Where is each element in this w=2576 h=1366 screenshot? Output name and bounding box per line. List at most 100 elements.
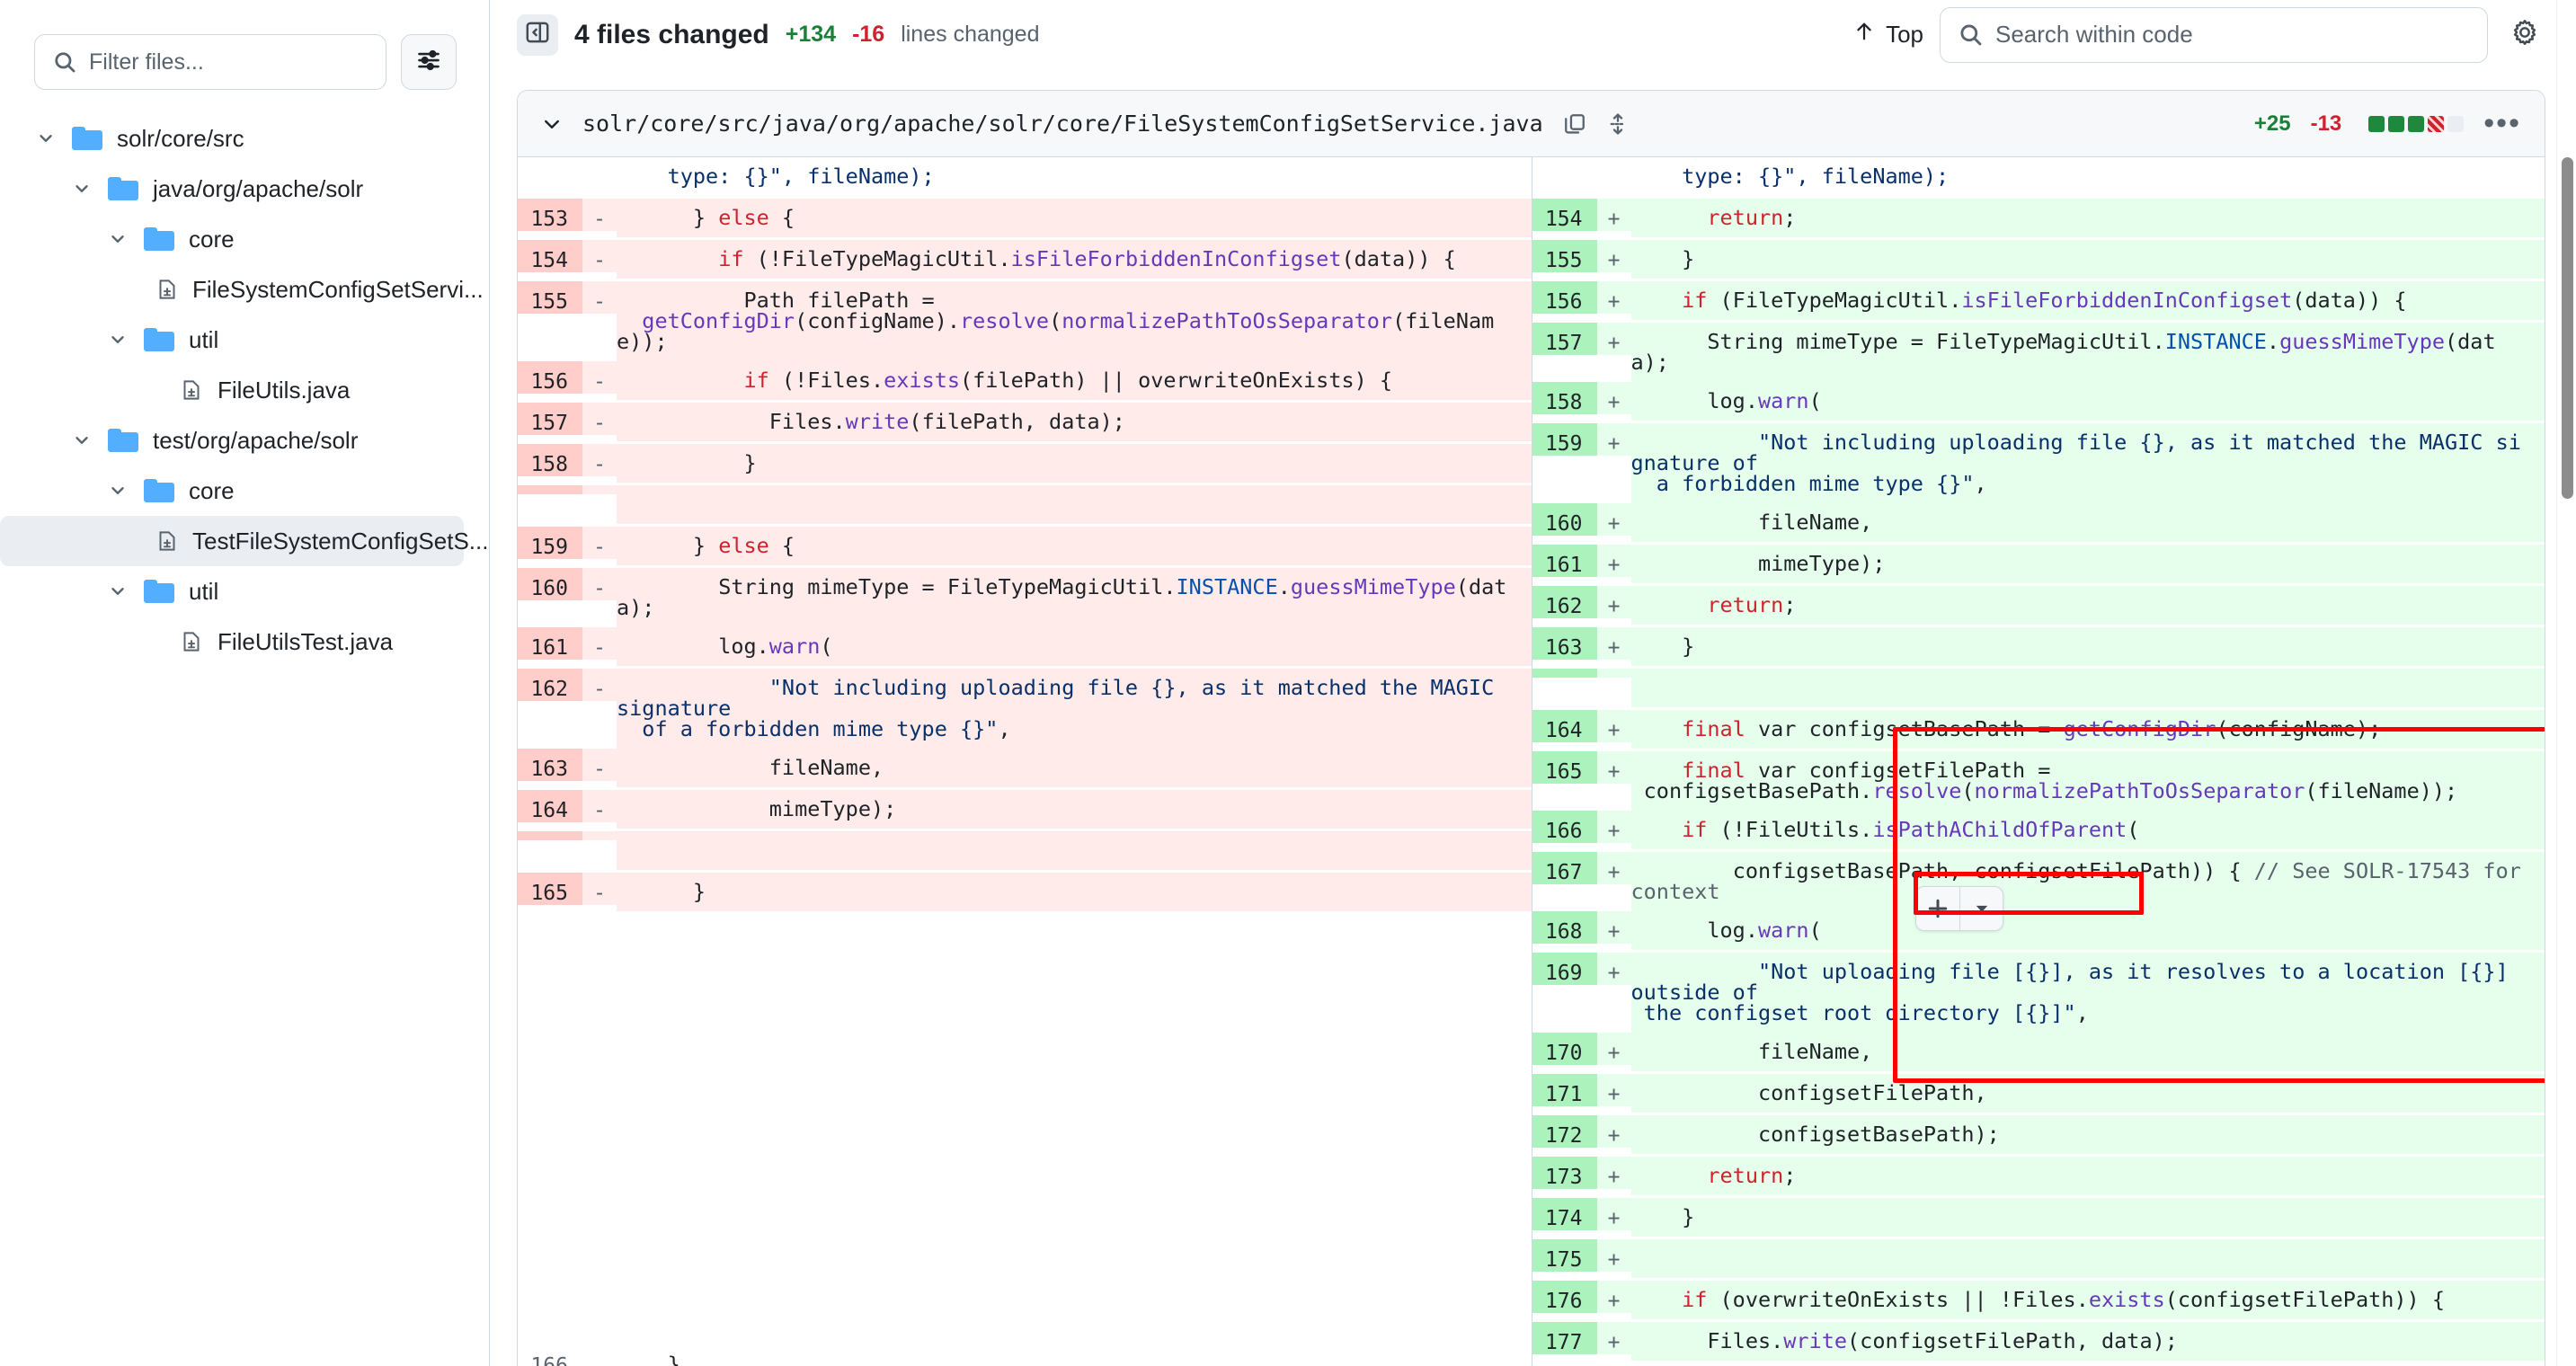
diff-line-number: 158: [1532, 382, 1597, 414]
diff-line-row[interactable]: 175 +: [1532, 1239, 2545, 1281]
diff-line-row[interactable]: 155 + }: [1532, 240, 2545, 281]
diff-line-row[interactable]: type: {}", fileName);: [1532, 157, 2545, 199]
sidebar-toggle-button[interactable]: [517, 13, 558, 56]
diff-line-row[interactable]: 177 + Files.write(configsetFilePath, data…: [1532, 1322, 2545, 1363]
diff-line-code: [617, 831, 1532, 870]
tree-item-label: core: [189, 476, 235, 504]
diff-line-row[interactable]: 176 + if (overwriteOnExists || !Files.exi…: [1532, 1281, 2545, 1322]
total-deletions: -16: [852, 22, 885, 47]
diff-line-number: [1532, 669, 1597, 678]
tree-folder-row[interactable]: util: [0, 566, 489, 616]
diff-line-row[interactable]: 160 + fileName,: [1532, 503, 2545, 545]
diff-line-row[interactable]: 172 + configsetBasePath);: [1532, 1115, 2545, 1157]
diff-line-row[interactable]: 165- }: [518, 873, 1532, 914]
tree-folder-row[interactable]: util: [0, 315, 489, 365]
diff-line-code: [617, 485, 1532, 524]
diff-line-marker: +: [1596, 710, 1631, 742]
diff-line-row[interactable]: 161- log.warn(: [518, 627, 1532, 669]
add-comment-button[interactable]: [1915, 886, 2003, 931]
copy-icon[interactable]: [1563, 112, 1586, 136]
diff-line-row[interactable]: 155- Path filePath = getConfigDir(config…: [518, 281, 1532, 361]
diff-line-row[interactable]: 166 + if (!FileUtils.isPathAChildOfParent…: [1532, 811, 2545, 852]
diff-line-row[interactable]: [518, 485, 1532, 527]
diff-line-row[interactable]: 171 + configsetFilePath,: [1532, 1074, 2545, 1115]
diff-line-row[interactable]: 163- fileName,: [518, 749, 1532, 790]
diff-line-row[interactable]: 162 + return;: [1532, 586, 2545, 627]
tree-file-row[interactable]: FileSystemConfigSetServi...: [0, 264, 489, 315]
plus-icon[interactable]: [1916, 887, 1959, 930]
diff-line-row[interactable]: 164 + final var configsetBasePath = getCo…: [1532, 710, 2545, 751]
diff-line-number: 175: [1532, 1239, 1597, 1272]
diff-line-code: final var configsetBasePath = getConfigD…: [1630, 710, 2545, 749]
tree-folder-row[interactable]: java/org/apache/solr: [0, 164, 489, 214]
diff-line-marker: -: [582, 403, 617, 435]
chevron-down-icon[interactable]: [106, 229, 129, 249]
file-tree-sidebar: Filter files... solr/core/src java/org/ap…: [0, 0, 490, 1366]
chevron-down-icon[interactable]: [106, 330, 129, 350]
tree-folder-row[interactable]: test/org/apache/solr: [0, 415, 489, 466]
tree-file-row[interactable]: FileUtils.java: [0, 365, 489, 415]
file-path[interactable]: solr/core/src/java/org/apache/solr/core/…: [582, 111, 1543, 137]
search-within-code-input[interactable]: Search within code: [1940, 6, 2488, 63]
diff-line-row[interactable]: type: {}", fileName);: [518, 157, 1532, 199]
diff-line-row[interactable]: 161 + mimeType);: [1532, 545, 2545, 586]
kebab-horizontal-icon[interactable]: •••: [2483, 108, 2521, 137]
diff-line-row[interactable]: [1532, 669, 2545, 710]
diff-line-row[interactable]: 156- if (!Files.exists(filePath) || over…: [518, 361, 1532, 403]
diff-line-code: type: {}", fileName);: [1630, 164, 1950, 189]
chevron-down-icon[interactable]: [106, 581, 129, 601]
diff-line-row[interactable]: 168 + log.warn(: [1532, 911, 2545, 953]
diff-line-number: [1532, 157, 1597, 166]
diff-line-row[interactable]: 163 + }: [1532, 627, 2545, 669]
diff-line-row[interactable]: [518, 831, 1532, 873]
diff-line-row[interactable]: 158 + log.warn(: [1532, 382, 2545, 423]
tree-file-row[interactable]: FileUtilsTest.java: [0, 616, 489, 667]
diff-line-code: mimeType);: [1630, 545, 2545, 583]
diff-line-number: 164: [518, 790, 582, 822]
diff-line-row[interactable]: 173 + return;: [1532, 1157, 2545, 1198]
expand-collapse-icon[interactable]: [1606, 112, 1630, 136]
scrollbar-thumb[interactable]: [2562, 157, 2573, 499]
chevron-down-icon[interactable]: [70, 179, 93, 199]
diff-line-marker: -: [582, 281, 617, 314]
tree-file-row[interactable]: TestFileSystemConfigSetS...: [0, 516, 488, 566]
diff-line-row[interactable]: 169 + "Not uploading file [{}], as it res…: [1532, 953, 2545, 1033]
diff-line-row[interactable]: 160- String mimeType = FileTypeMagicUtil…: [518, 568, 1532, 627]
diff-line-row[interactable]: 159- } else {: [518, 527, 1532, 568]
filter-files-input[interactable]: Filter files...: [34, 34, 386, 90]
tree-folder-row[interactable]: core: [0, 466, 489, 516]
diff-line-row[interactable]: 159 + "Not including uploading file {}, a…: [1532, 423, 2545, 503]
diff-line-marker: +: [1596, 382, 1631, 414]
chevron-down-icon[interactable]: [70, 430, 93, 450]
diff-line-number: 156: [518, 361, 582, 394]
tree-folder-row[interactable]: solr/core/src: [0, 113, 489, 164]
diff-line-marker: -: [582, 749, 617, 781]
diff-line-row[interactable]: 165 + final var configsetFilePath = confi…: [1532, 751, 2545, 811]
diff-line-row[interactable]: 162- "Not including uploading file {}, a…: [518, 669, 1532, 749]
chevron-down-icon[interactable]: [1959, 887, 2003, 930]
diff-line-row[interactable]: 174 + }: [1532, 1198, 2545, 1239]
diff-line-row[interactable]: 154 + return;: [1532, 199, 2545, 240]
diff-scroll-container[interactable]: solr/core/src/java/org/apache/solr/core/…: [490, 70, 2576, 1366]
diff-line-row[interactable]: 170 + fileName,: [1532, 1033, 2545, 1074]
chevron-down-icon[interactable]: [34, 129, 58, 148]
diff-line-row[interactable]: 157 + String mimeType = FileTypeMagicUtil…: [1532, 323, 2545, 382]
diff-line-row[interactable]: 156 + if (FileTypeMagicUtil.isFileForbidd…: [1532, 281, 2545, 323]
filter-options-button[interactable]: [401, 34, 457, 90]
chevron-down-icon[interactable]: [106, 481, 129, 501]
diff-line-row[interactable]: 167 + configsetBasePath, configsetFilePat…: [1532, 852, 2545, 911]
diff-line-row[interactable]: 153- } else {: [518, 199, 1532, 240]
diff-line-code: }: [1630, 1198, 2545, 1237]
diff-line-number: 155: [1532, 240, 1597, 272]
vertical-scrollbar[interactable]: [2556, 0, 2576, 1366]
tree-folder-row[interactable]: core: [0, 214, 489, 264]
diff-line-row[interactable]: 158- }: [518, 444, 1532, 485]
diff-line-row[interactable]: 164- mimeType);: [518, 790, 1532, 831]
chevron-down-icon[interactable]: [541, 113, 563, 135]
diff-line-row[interactable]: 157- Files.write(filePath, data);: [518, 403, 1532, 444]
diff-line-row[interactable]: 166 }: [518, 1345, 1532, 1366]
diff-main: 4 files changed +134 -16 lines changed T…: [490, 0, 2576, 1366]
diff-line-row[interactable]: 154- if (!FileTypeMagicUtil.isFileForbid…: [518, 240, 1532, 281]
diff-settings-button[interactable]: [2504, 14, 2545, 56]
scroll-to-top-link[interactable]: Top: [1853, 21, 1923, 49]
